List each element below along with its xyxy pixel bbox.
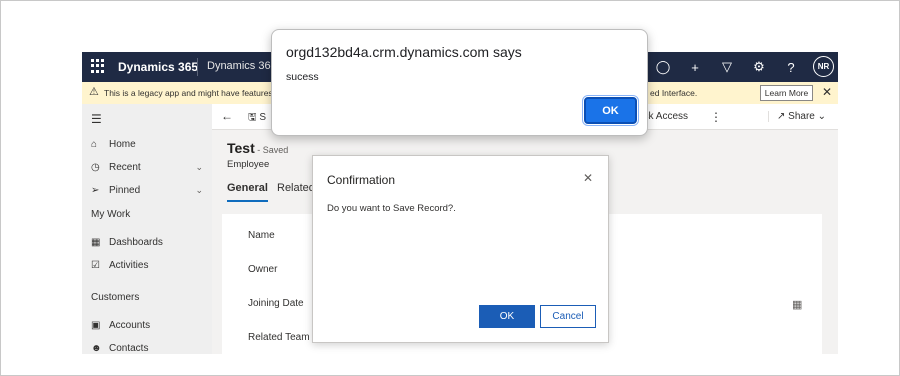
sidebar-item-activities[interactable]: ☑ Activities [91, 257, 203, 273]
sidebar: ☰ ⌂ Home ◷ Recent ⌄ ➢ Pinned ⌄ My Work ▦… [82, 104, 212, 354]
tab-general[interactable]: General [227, 182, 268, 202]
dashboard-icon: ▦ [91, 236, 101, 248]
lightbulb-icon[interactable]: ◯ [654, 59, 672, 75]
activities-icon: ☑ [91, 259, 100, 271]
sidebar-item-label: Dashboards [109, 236, 163, 248]
sidebar-item-label: Recent [109, 161, 141, 173]
sidebar-item-pinned[interactable]: ➢ Pinned ⌄ [91, 182, 203, 198]
hamburger-icon[interactable]: ☰ [91, 112, 102, 126]
warning-icon: ⚠ [89, 86, 99, 98]
save-button[interactable]: 🖫 S [248, 110, 266, 127]
section-customers: Customers [91, 292, 140, 303]
sidebar-item-recent[interactable]: ◷ Recent ⌄ [91, 159, 203, 175]
clock-icon: ◷ [91, 161, 100, 173]
dialog-title: Confirmation [327, 173, 396, 187]
alert-title: orgd132bd4a.crm.dynamics.com says [286, 44, 522, 60]
field-label-name: Name [248, 230, 275, 241]
sidebar-item-label: Accounts [109, 319, 151, 331]
cancel-button[interactable]: Cancel [540, 305, 596, 328]
share-label: Share [788, 111, 815, 122]
tab-related[interactable]: Related [277, 182, 315, 194]
app-launcher-icon[interactable] [91, 59, 105, 73]
confirmation-dialog: Confirmation ✕ Do you want to Save Recor… [312, 155, 609, 343]
field-label-related-team: Related Team [248, 332, 310, 343]
browser-alert-dialog: orgd132bd4a.crm.dynamics.com says sucess… [271, 29, 648, 136]
home-icon: ⌂ [91, 138, 98, 150]
nav-divider [197, 58, 198, 76]
learn-more-button[interactable]: Learn More [760, 85, 813, 101]
sidebar-item-label: Contacts [109, 342, 149, 354]
filter-icon[interactable]: ▽ [718, 59, 736, 75]
record-title: Test - Saved [227, 140, 288, 156]
brand-name[interactable]: Dynamics 365 [118, 60, 198, 74]
sidebar-item-label: Home [109, 138, 136, 150]
alert-ok-button[interactable]: OK [582, 95, 639, 126]
record-status: - Saved [254, 145, 289, 155]
close-icon[interactable]: ✕ [583, 171, 593, 185]
nav-icons: ◯ + ▽ ⚙ ? [654, 56, 800, 78]
plus-icon[interactable]: + [686, 60, 704, 75]
sidebar-item-accounts[interactable]: ▣ Accounts [91, 317, 203, 333]
chevron-down-icon: ⌄ [817, 111, 827, 122]
share-icon: ↗ [777, 111, 786, 122]
banner-text: This is a legacy app and might have feat… [104, 88, 283, 98]
alert-message: sucess [286, 71, 319, 83]
banner-text-tail: ed Interface. [650, 88, 698, 98]
section-my-work: My Work [91, 209, 131, 220]
more-commands-icon[interactable]: ⋮ [710, 110, 722, 124]
ok-button[interactable]: OK [479, 305, 535, 328]
back-arrow-icon[interactable]: ← [221, 109, 233, 123]
field-label-joining-date: Joining Date [248, 298, 304, 309]
contacts-icon: ☻ [91, 342, 102, 354]
sidebar-item-label: Activities [109, 259, 149, 271]
avatar[interactable]: NR [813, 56, 834, 77]
gear-icon[interactable]: ⚙ [750, 59, 768, 75]
chevron-down-icon[interactable]: ⌄ [195, 162, 203, 173]
field-label-owner: Owner [248, 264, 278, 275]
save-label: S [259, 112, 266, 123]
help-icon[interactable]: ? [782, 60, 800, 75]
accounts-icon: ▣ [91, 319, 101, 331]
sidebar-item-home[interactable]: ⌂ Home [91, 136, 203, 152]
sidebar-item-contacts[interactable]: ☻ Contacts [91, 340, 203, 354]
calendar-icon[interactable]: ▦ [792, 298, 802, 311]
pin-icon: ➢ [91, 184, 100, 196]
sidebar-item-dashboards[interactable]: ▦ Dashboards [91, 234, 203, 250]
dialog-message: Do you want to Save Record?. [327, 203, 456, 214]
sidebar-item-label: Pinned [109, 184, 141, 196]
save-icon: 🖫 [248, 112, 257, 123]
chevron-down-icon[interactable]: ⌄ [195, 185, 203, 196]
share-button[interactable]: ↗ Share ⌄ [768, 111, 826, 122]
record-entity: Employee [227, 159, 270, 170]
close-icon[interactable]: ✕ [822, 85, 832, 99]
record-name: Test [227, 140, 255, 156]
